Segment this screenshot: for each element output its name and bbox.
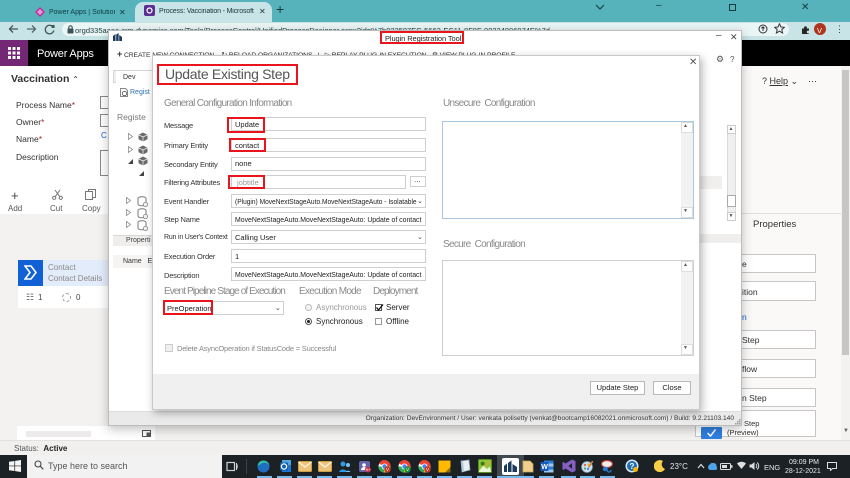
svg-text:V: V <box>385 467 388 472</box>
svg-text:V: V <box>405 467 408 472</box>
svg-text:V: V <box>425 467 428 472</box>
svg-text:W: W <box>541 464 548 471</box>
svg-text:9+: 9+ <box>365 467 370 472</box>
